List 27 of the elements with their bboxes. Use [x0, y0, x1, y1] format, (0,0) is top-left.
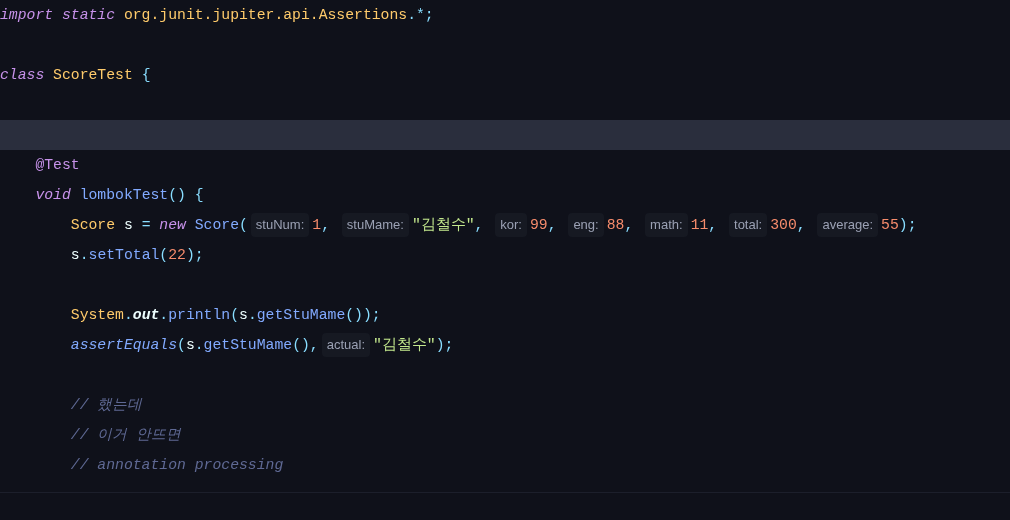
- code-text: 55);: [881, 215, 917, 235]
- code-text: "김철수",: [411, 215, 485, 235]
- code-text: "김철수");: [373, 335, 454, 355]
- code-text: 88,: [606, 215, 635, 235]
- code-text: assertEquals(s.getStuMame(),: [69, 335, 319, 355]
- code-line: s.setTotal(22);: [69, 245, 204, 265]
- code-text: 300,: [770, 215, 807, 235]
- code-line: void lombokTest() {: [34, 185, 204, 205]
- code-line: class ScoreTest {: [0, 65, 151, 85]
- code-line: import static org.junit.jupiter.api.Assertions.*;: [0, 5, 434, 25]
- code-text: 99,: [530, 215, 558, 235]
- parameter-hint: total:: [729, 213, 768, 237]
- parameter-hint: kor:: [495, 213, 527, 237]
- parameter-hint: average:: [817, 213, 879, 237]
- parameter-hint: eng:: [568, 213, 604, 237]
- code-comment: // annotation processing: [69, 455, 284, 475]
- parameter-hint: math:: [645, 213, 688, 237]
- parameter-hint: actual:: [321, 333, 370, 357]
- parameter-hint: stuNum:: [250, 213, 310, 237]
- code-text: 11,: [690, 215, 719, 235]
- code-line: @Test: [34, 155, 80, 175]
- code-text: Score s = new Score(: [69, 215, 248, 235]
- code-text: 1,: [312, 215, 331, 235]
- parameter-hint: stuMame:: [341, 213, 409, 237]
- code-comment: // 했는데: [69, 395, 143, 415]
- code-comment: // 이거 안뜨면: [69, 425, 182, 445]
- code-line: System.out.println(s.getStuMame());: [69, 305, 381, 325]
